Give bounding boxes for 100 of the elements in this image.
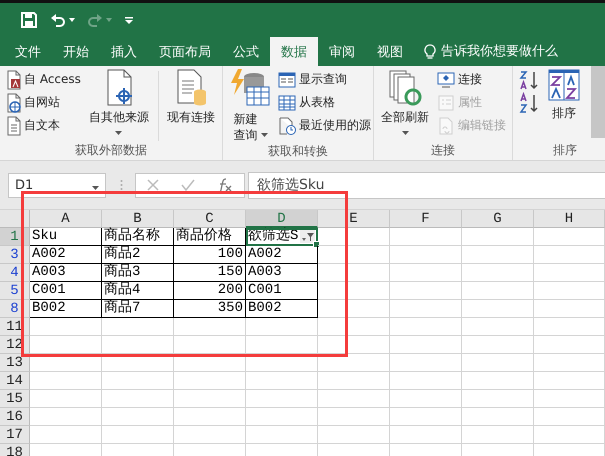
table-cell[interactable] xyxy=(534,246,605,264)
ribbon-button[interactable]: 显示查询 xyxy=(277,69,372,90)
table-cell[interactable]: C001 xyxy=(246,282,318,300)
table-cell[interactable]: Sku xyxy=(30,228,102,246)
row-header[interactable]: 13 xyxy=(0,354,30,372)
ribbon-button[interactable]: 连接 xyxy=(436,69,507,90)
row-header[interactable]: 4 xyxy=(0,264,30,282)
table-cell[interactable] xyxy=(390,390,462,408)
table-cell[interactable] xyxy=(390,426,462,444)
table-cell[interactable] xyxy=(102,354,174,372)
table-cell[interactable] xyxy=(462,264,534,282)
formula-field[interactable]: 欲筛选Sku xyxy=(248,172,605,198)
ribbon-button[interactable]: 现有连接 xyxy=(164,69,218,126)
table-cell[interactable]: 商品4 xyxy=(102,282,174,300)
table-cell[interactable] xyxy=(462,408,534,426)
table-cell[interactable]: B002 xyxy=(30,300,102,318)
table-cell[interactable] xyxy=(390,408,462,426)
table-cell[interactable]: 商品价格 xyxy=(174,228,246,246)
table-cell[interactable]: 商品3 xyxy=(102,264,174,282)
table-cell[interactable] xyxy=(534,282,605,300)
row-header[interactable]: 11 xyxy=(0,318,30,336)
ribbon-tab[interactable]: 视图 xyxy=(366,37,414,66)
row-header[interactable]: 18 xyxy=(0,444,30,456)
table-cell[interactable] xyxy=(462,318,534,336)
ribbon-button[interactable]: 自网站 xyxy=(4,92,82,113)
select-all-button[interactable] xyxy=(0,210,30,228)
table-cell[interactable] xyxy=(462,228,534,246)
table-cell[interactable] xyxy=(246,408,318,426)
table-cell[interactable] xyxy=(462,300,534,318)
ribbon-button[interactable]: 新建查询 xyxy=(227,69,273,143)
table-cell[interactable] xyxy=(390,264,462,282)
table-cell[interactable] xyxy=(318,426,390,444)
table-cell[interactable]: 100 xyxy=(174,246,246,264)
table-cell[interactable] xyxy=(318,282,390,300)
column-header[interactable]: D xyxy=(246,210,318,228)
table-cell[interactable]: B002 xyxy=(246,300,318,318)
table-cell[interactable] xyxy=(174,354,246,372)
column-header[interactable]: A xyxy=(30,210,102,228)
enter-button[interactable] xyxy=(181,179,195,191)
column-header[interactable]: G xyxy=(462,210,534,228)
ribbon-button[interactable]: 自文本 xyxy=(4,115,82,136)
table-cell[interactable] xyxy=(318,354,390,372)
filter-dropdown-button[interactable] xyxy=(300,230,315,243)
table-cell[interactable] xyxy=(318,336,390,354)
table-cell[interactable] xyxy=(390,228,462,246)
table-cell[interactable] xyxy=(102,336,174,354)
table-cell[interactable] xyxy=(534,408,605,426)
table-cell[interactable] xyxy=(102,426,174,444)
table-cell[interactable] xyxy=(462,390,534,408)
ribbon-tab[interactable]: 审阅 xyxy=(318,37,366,66)
ribbon-tab[interactable]: 开始 xyxy=(52,37,100,66)
table-cell[interactable] xyxy=(534,372,605,390)
table-cell[interactable] xyxy=(30,354,102,372)
table-cell[interactable] xyxy=(30,372,102,390)
table-cell[interactable] xyxy=(462,372,534,390)
ribbon-tab[interactable]: 公式 xyxy=(222,37,270,66)
table-cell[interactable] xyxy=(390,300,462,318)
table-cell[interactable] xyxy=(30,336,102,354)
ribbon-button[interactable]: 全部刷新 xyxy=(378,69,432,135)
table-cell[interactable] xyxy=(246,354,318,372)
table-cell[interactable] xyxy=(246,390,318,408)
fill-handle[interactable] xyxy=(313,241,320,248)
table-cell[interactable]: C001 xyxy=(30,282,102,300)
table-cell[interactable] xyxy=(318,264,390,282)
table-cell[interactable]: A002 xyxy=(30,246,102,264)
tell-me-field[interactable]: 告诉我你想要做什么 xyxy=(424,37,581,66)
ribbon-button[interactable]: 排序 xyxy=(545,69,583,122)
column-header[interactable]: B xyxy=(102,210,174,228)
table-cell[interactable] xyxy=(534,354,605,372)
table-cell[interactable] xyxy=(318,390,390,408)
table-cell[interactable] xyxy=(246,372,318,390)
table-cell[interactable] xyxy=(534,318,605,336)
ribbon-tab[interactable]: 页面布局 xyxy=(148,37,222,66)
column-header[interactable]: C xyxy=(174,210,246,228)
table-cell[interactable] xyxy=(534,264,605,282)
row-header[interactable]: 3 xyxy=(0,246,30,264)
insert-function-button[interactable] xyxy=(217,178,233,192)
ribbon-button[interactable]: 自其他来源 xyxy=(86,69,152,135)
table-cell[interactable] xyxy=(246,336,318,354)
table-cell[interactable]: A002 xyxy=(246,246,318,264)
table-cell[interactable] xyxy=(174,408,246,426)
table-cell[interactable] xyxy=(174,336,246,354)
table-cell[interactable] xyxy=(246,426,318,444)
ribbon-button[interactable]: 自 Access xyxy=(4,69,82,90)
table-cell[interactable] xyxy=(390,246,462,264)
cancel-button[interactable] xyxy=(147,179,159,191)
table-cell[interactable]: 200 xyxy=(174,282,246,300)
table-cell[interactable] xyxy=(390,372,462,390)
table-cell[interactable] xyxy=(390,282,462,300)
table-cell[interactable] xyxy=(462,354,534,372)
column-header[interactable]: H xyxy=(534,210,605,228)
ribbon-tab[interactable]: 数据 xyxy=(270,37,318,66)
table-cell[interactable]: 150 xyxy=(174,264,246,282)
table-cell[interactable] xyxy=(318,228,390,246)
table-cell[interactable] xyxy=(318,318,390,336)
table-cell[interactable] xyxy=(534,336,605,354)
table-cell[interactable] xyxy=(462,426,534,444)
table-cell[interactable] xyxy=(174,390,246,408)
table-cell[interactable] xyxy=(462,336,534,354)
table-cell[interactable]: 商品2 xyxy=(102,246,174,264)
